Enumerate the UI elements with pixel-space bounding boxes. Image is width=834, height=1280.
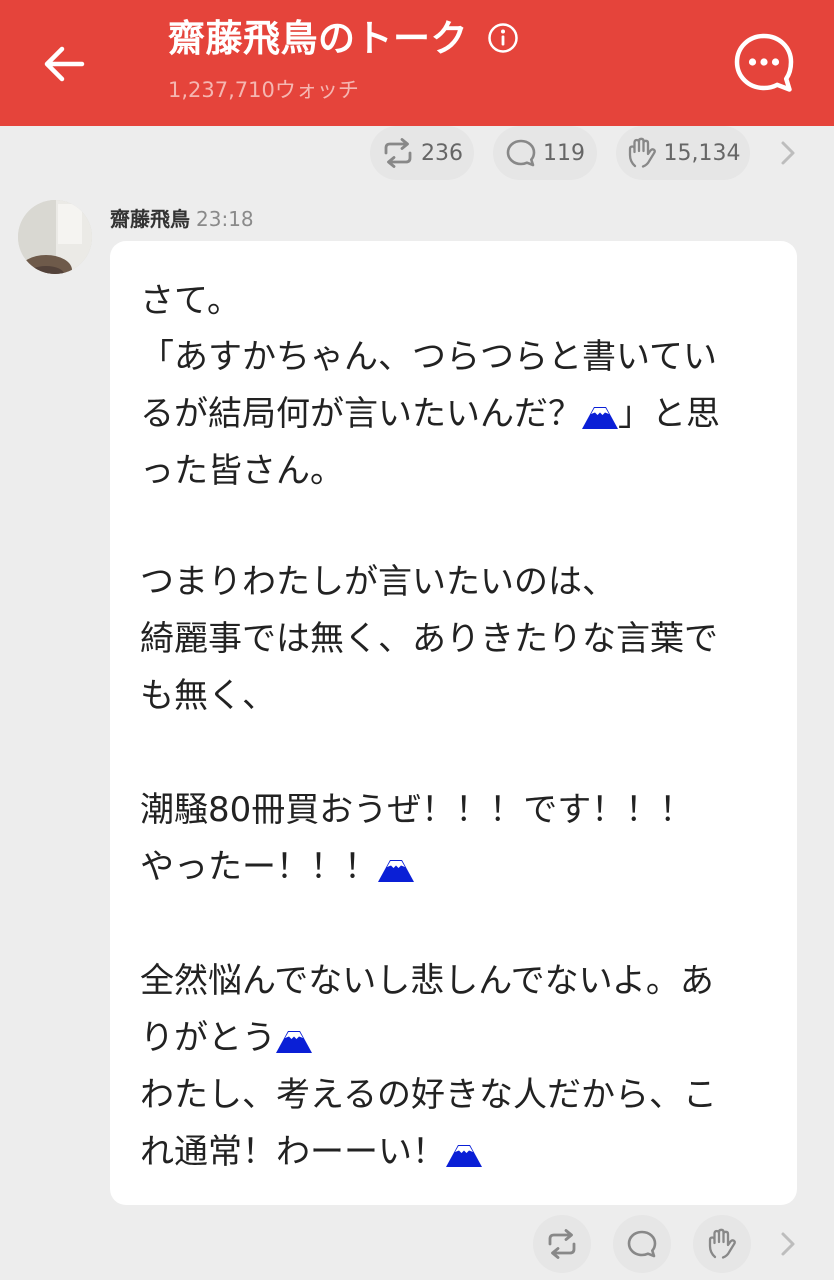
- chevron-right-icon[interactable]: [778, 1230, 798, 1258]
- message-header: 齋藤飛鳥 23:18: [110, 203, 254, 232]
- watch-count: 1,237,710ウォッチ: [168, 78, 359, 102]
- mount-fuji-icon: [276, 1031, 312, 1053]
- talk-screen: 齋藤飛鳥のトーク 1,237,710ウォッチ 236 119 15,134 齋藤…: [0, 0, 834, 1280]
- message-text: りがとう: [140, 1018, 276, 1058]
- message-line: さて。: [140, 281, 241, 321]
- message-text: も無く、: [140, 676, 276, 716]
- mount-fuji-icon: [582, 407, 618, 429]
- comment-button-bottom[interactable]: [613, 1215, 671, 1273]
- clap-count: 15,134: [663, 140, 741, 166]
- back-arrow-icon[interactable]: [38, 38, 90, 90]
- header-bar: 齋藤飛鳥のトーク 1,237,710ウォッチ: [0, 0, 834, 126]
- comment-button[interactable]: 119: [493, 126, 597, 180]
- message-line: れ通常！わーーい！: [140, 1132, 482, 1172]
- message-line: 綺麗事では無く、ありきたりな言葉で: [140, 619, 718, 659]
- message-text: れ通常！わーーい！: [140, 1132, 446, 1172]
- sender-name: 齋藤飛鳥: [110, 207, 190, 231]
- message-line: やったー！！！: [140, 847, 414, 887]
- clap-icon: [628, 137, 656, 168]
- message-text: 全然悩んでないし悲しんでないよ。あ: [140, 961, 714, 1001]
- message-line: 潮騒80冊買おうぜ！！！です！！！: [140, 790, 693, 830]
- mount-fuji-icon: [446, 1145, 482, 1167]
- comment-icon: [627, 1230, 657, 1258]
- share-button[interactable]: 236: [370, 126, 474, 180]
- message-line: った皆さん。: [140, 451, 344, 491]
- message-line: るが結局何が言いたいんだ？ 」と思: [140, 394, 720, 434]
- message-text: わたし、考えるの好きな人だから、こ: [140, 1075, 717, 1115]
- share-icon: [384, 138, 412, 168]
- message-line: わたし、考えるの好きな人だから、こ: [140, 1075, 717, 1115]
- message-text: やったー！！！: [140, 847, 378, 887]
- clap-button[interactable]: 15,134: [616, 126, 750, 180]
- avatar-photo: [18, 200, 92, 274]
- message-text: った皆さん。: [140, 451, 344, 491]
- message-time: 23:18: [196, 207, 254, 231]
- avatar[interactable]: [18, 200, 92, 274]
- clap-icon: [708, 1228, 736, 1259]
- talk-bubble-icon[interactable]: [733, 32, 795, 94]
- message-text: 潮騒80冊買おうぜ！！！です！！！: [140, 790, 694, 830]
- share-count: 236: [421, 140, 463, 166]
- mount-fuji-icon: [378, 860, 414, 882]
- info-icon[interactable]: [487, 22, 519, 54]
- message-bubble: さて。「あすかちゃん、つらつらと書いてい るが結局何が言いたいんだ？ 」と思った皆さ…: [110, 241, 797, 1205]
- message-text: 」と思: [618, 394, 720, 434]
- message-text: つまりわたしが言いたいのは、: [140, 562, 616, 602]
- message-line: つまりわたしが言いたいのは、: [140, 562, 616, 602]
- share-button-bottom[interactable]: [533, 1215, 591, 1273]
- share-icon: [548, 1229, 576, 1259]
- message-line: も無く、: [140, 676, 276, 716]
- message-line: りがとう: [140, 1018, 312, 1058]
- message-text: るが結局何が言いたいんだ？: [140, 394, 582, 434]
- comment-icon: [506, 139, 536, 167]
- chevron-right-icon[interactable]: [778, 139, 798, 167]
- message-text: 綺麗事では無く、ありきたりな言葉で: [140, 619, 718, 659]
- message-text: 「あすかちゃん、つらつらと書いてい: [140, 337, 717, 377]
- page-title: 齋藤飛鳥のトーク: [168, 17, 468, 60]
- message-text: さて。: [140, 281, 241, 321]
- clap-button-bottom[interactable]: [693, 1215, 751, 1273]
- comment-count: 119: [543, 140, 585, 166]
- message-line: 「あすかちゃん、つらつらと書いてい: [140, 337, 717, 377]
- message-line: 全然悩んでないし悲しんでないよ。あ: [140, 961, 714, 1001]
